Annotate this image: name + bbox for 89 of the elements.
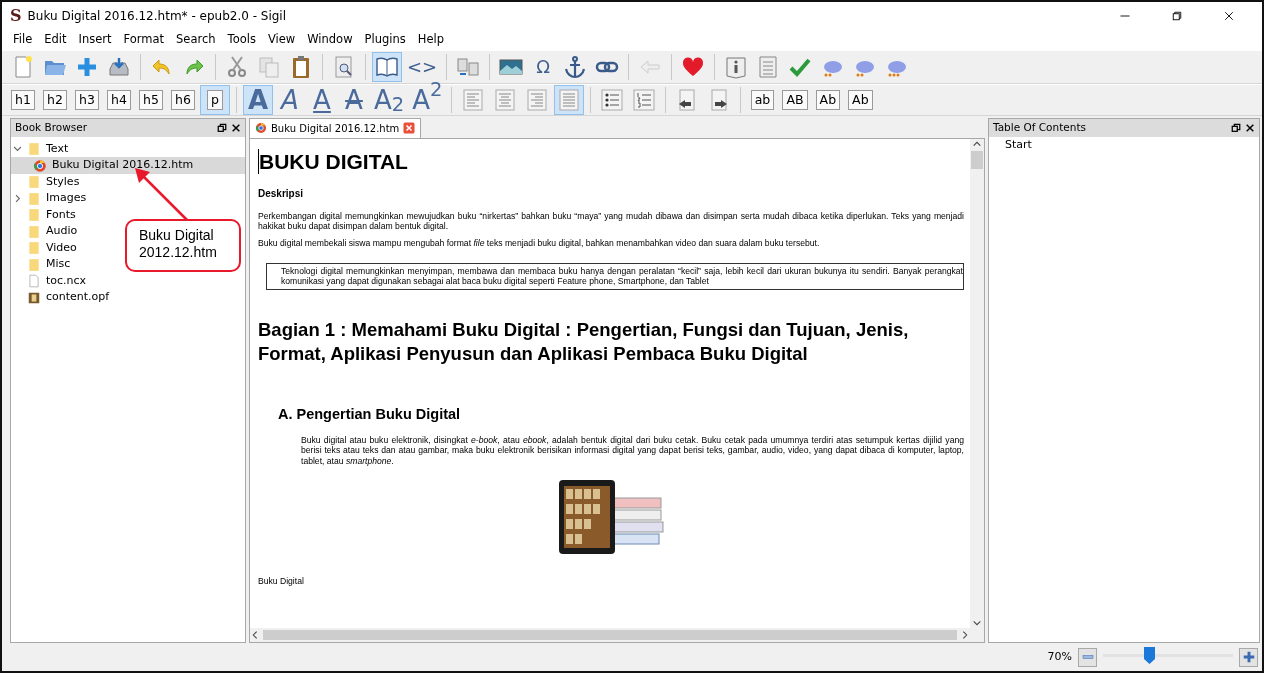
text-style-button[interactable]: h4 xyxy=(107,89,131,110)
menu-item[interactable]: Help xyxy=(412,31,451,49)
menu-item[interactable]: Format xyxy=(118,31,172,49)
text-style-button[interactable]: Ab xyxy=(815,89,841,110)
callout-label: Buku Digital 2012.12.htm xyxy=(125,219,241,272)
menu-item[interactable]: Search xyxy=(171,31,223,49)
window-title: Buku Digital 2016.12.htm* - epub2.0 - Sigil xyxy=(27,8,288,25)
scrollbar-thumb[interactable] xyxy=(263,630,957,641)
text-style-button[interactable]: AB xyxy=(782,89,808,110)
menu-item[interactable]: Edit xyxy=(39,31,74,49)
package-icon xyxy=(27,290,41,305)
chevron-down-icon[interactable] xyxy=(13,144,22,154)
scroll-right-icon[interactable] xyxy=(960,630,970,641)
document-icon xyxy=(27,274,41,288)
float-icon[interactable] xyxy=(1231,122,1241,133)
menu-item[interactable]: Tools xyxy=(222,31,263,49)
paragraph: Perkembangan digital memungkinkan mewujudkan buku “nirkertas” bahkan buku “maya” yang mudah dibawa dan disimpan serta mudah dibaca ketika diperlukan. Teks yang menjadi hakikat buku dapat disimpan dalam bentuk digital. xyxy=(258,210,964,232)
tree-item[interactable]: toc.ncx xyxy=(11,272,91,290)
bullet-list-icon[interactable] xyxy=(600,87,625,112)
editor-tab[interactable]: Buku Digital 2016.12.htm xyxy=(249,117,422,138)
text-style-button[interactable]: h6 xyxy=(171,89,195,110)
close-icon[interactable] xyxy=(1245,122,1255,133)
zoom-in-button[interactable] xyxy=(1239,647,1258,667)
section-label: Deskripsi xyxy=(258,187,305,200)
menu-item[interactable]: Plugins xyxy=(359,31,413,49)
panel-title: Table Of Contents xyxy=(993,119,1087,135)
menu-item[interactable]: View xyxy=(262,31,303,49)
float-icon[interactable] xyxy=(217,122,227,133)
chevron-right-icon[interactable] xyxy=(13,193,22,203)
text-style-button[interactable]: h5 xyxy=(139,89,163,110)
info-icon[interactable] xyxy=(724,54,749,79)
boxed-paragraph: Teknologi digital memungkinkan menyimpan, membawa dan membaca buku hanya dengan peralatan “kecil” saja, lebih kecil dari ukuran bukunya itu sendiri. Banyak perangkat komunikasi yang dapat digunakan sebagai alat baca buku digital seperti Feature phone, Smartphone, dan Tablet xyxy=(266,262,964,290)
code-view-button[interactable]: <> xyxy=(404,51,441,82)
panel-title: Book Browser xyxy=(15,119,88,135)
format-button[interactable]: A xyxy=(243,84,273,115)
app-logo: S xyxy=(10,8,22,24)
tree-item[interactable]: Styles xyxy=(11,173,84,191)
format-button[interactable]: A xyxy=(307,84,337,115)
text-style-button[interactable]: h3 xyxy=(75,89,99,110)
chapter-heading: Bagian 1 : Memahami Buku Digital : Pengertian, Fungsi dan Tujuan, Jenis, Format, Aplikasi Penyusun dan Aplikasi Pembaca Buku Digital xyxy=(258,317,910,366)
scissors-icon[interactable] xyxy=(225,54,249,79)
folder-icon xyxy=(27,241,41,255)
tree-item[interactable]: Audio xyxy=(11,223,82,240)
scrollbar-thumb[interactable] xyxy=(971,150,983,169)
menu-item[interactable]: File xyxy=(8,31,40,49)
globe-icon xyxy=(33,158,47,173)
format-button[interactable]: A$^{2}$ xyxy=(409,84,446,115)
slider-thumb[interactable] xyxy=(1143,647,1155,665)
tree-item[interactable]: Fonts xyxy=(11,206,80,224)
menu-item[interactable]: Window xyxy=(302,31,360,49)
paragraph: Buku digital membekali siswa mampu mengubah format file teks menjadi buku digital, bahkan menambahkan video dan suara dalam buku tersebut. xyxy=(258,237,821,248)
toc-item[interactable]: Start xyxy=(989,136,1036,154)
globe-icon xyxy=(255,122,267,135)
folder-icon xyxy=(27,257,41,272)
text-style-button[interactable]: p xyxy=(207,89,223,110)
zoom-out-button[interactable] xyxy=(1078,647,1097,667)
paragraph: Buku Digital xyxy=(258,575,305,587)
close-icon[interactable] xyxy=(231,122,241,133)
zoom-level: 70% xyxy=(1047,648,1072,665)
text-style-button[interactable]: h1 xyxy=(11,89,35,110)
special-character-button[interactable]: Ω xyxy=(528,51,559,82)
text-style-button[interactable]: h2 xyxy=(43,89,67,110)
tree-item[interactable]: Text xyxy=(11,140,73,158)
scroll-left-icon[interactable] xyxy=(250,630,260,641)
text-style-button[interactable]: Ab xyxy=(848,89,873,110)
anchor-icon[interactable] xyxy=(563,54,588,79)
format-button[interactable]: A$_{2}$ xyxy=(371,84,408,115)
plus-icon xyxy=(1241,650,1256,665)
numbered-list-icon[interactable] xyxy=(632,87,657,112)
folder-icon xyxy=(27,208,41,222)
folder-icon xyxy=(27,175,41,189)
tree-item[interactable]: content.opf xyxy=(11,289,114,306)
callout-arrow xyxy=(135,168,189,222)
tree-item[interactable]: Images xyxy=(11,190,91,207)
folder-icon xyxy=(27,191,41,206)
paragraph: Buku digital atau buku elektronik, disingkat e-book, atau ebook, adalah bentuk digital dari buku cetak. Buku cetak pada umumnya terdiri atas setumpuk kertas dijilid yang berisi teks atau teks dan atau gambar, maka buku elektronik berisikan informasi digital yang dapat berisi teks, gambar, audio, video, yang dapat dibaca di komputer, laptop, tablet, atau smartphone. xyxy=(301,435,964,466)
format-button[interactable]: A xyxy=(339,84,369,115)
tree-item[interactable]: Buku Digital 2016.12.htm xyxy=(11,157,245,174)
document-heading: BUKU DIGITAL xyxy=(258,148,964,174)
format-button[interactable]: A xyxy=(275,84,305,115)
tree-item[interactable]: Video xyxy=(11,239,81,257)
text-style-button[interactable]: ab xyxy=(750,89,775,110)
folder-icon xyxy=(27,224,41,239)
menu-item[interactable]: Insert xyxy=(73,31,119,49)
close-tab-icon[interactable] xyxy=(403,122,416,135)
section-heading: A. Pengertian Buku Digital xyxy=(278,405,462,423)
tab-label: Buku Digital 2016.12.htm xyxy=(271,121,400,136)
tree-item[interactable]: Misc xyxy=(11,256,75,273)
folder-icon xyxy=(27,142,41,156)
